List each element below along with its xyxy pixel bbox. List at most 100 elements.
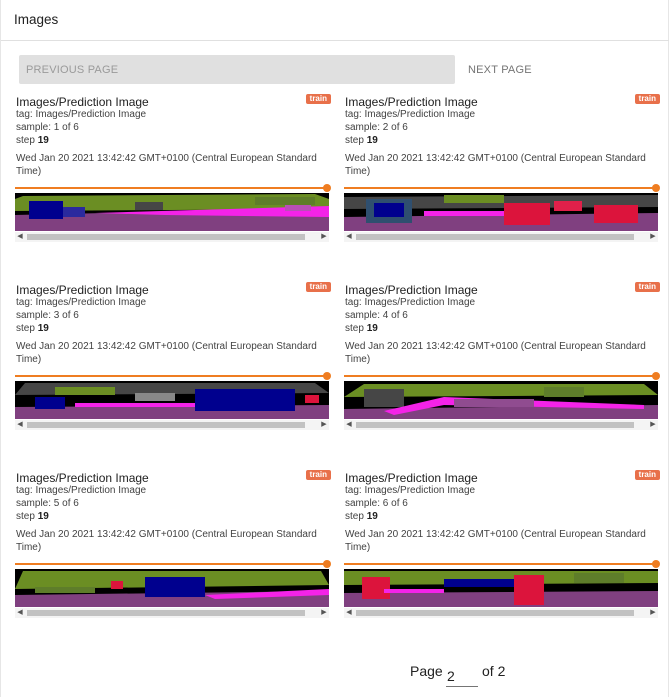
slider-thumb[interactable] (323, 560, 331, 568)
scrollbar-thumb[interactable] (356, 422, 634, 428)
scroll-right-icon[interactable]: ▶ (319, 232, 329, 242)
scroll-right-icon[interactable]: ▶ (648, 608, 658, 618)
card-timestamp: Wed Jan 20 2021 13:42:42 GMT+0100 (Centr… (345, 153, 646, 177)
prediction-image (15, 193, 329, 231)
step-value: 19 (37, 511, 49, 522)
card-step: step 19 (345, 323, 378, 334)
step-slider[interactable] (344, 372, 660, 380)
prediction-image (15, 381, 329, 419)
step-value: 19 (37, 135, 49, 146)
card-tag: tag: Images/Prediction Image (345, 485, 476, 496)
image-scrollbar[interactable]: ◀ ▶ (15, 232, 329, 242)
scroll-right-icon[interactable]: ▶ (648, 232, 658, 242)
step-label: step (345, 323, 364, 334)
card-title: Images/Prediction Image (16, 95, 149, 109)
card-step: step 19 (345, 511, 378, 522)
slider-thumb[interactable] (323, 372, 331, 380)
step-value: 19 (37, 323, 49, 334)
card-title: Images/Prediction Image (345, 283, 478, 297)
scroll-left-icon[interactable]: ◀ (15, 608, 25, 618)
image-card: Images/Prediction Image train tag: Image… (344, 94, 660, 255)
step-slider[interactable] (344, 560, 660, 568)
step-value: 19 (366, 323, 378, 334)
image-scrollbar[interactable]: ◀ ▶ (344, 232, 658, 242)
scroll-left-icon[interactable]: ◀ (344, 608, 354, 618)
run-badge: train (634, 94, 660, 104)
slider-thumb[interactable] (652, 372, 660, 380)
card-tag: tag: Images/Prediction Image (16, 297, 147, 308)
step-slider[interactable] (15, 184, 331, 192)
image-scrollbar[interactable]: ◀ ▶ (344, 608, 658, 618)
page-label: Page (410, 663, 443, 679)
slider-track (344, 563, 656, 565)
scrollbar-thumb[interactable] (356, 234, 634, 240)
step-label: step (16, 323, 35, 334)
slider-track (344, 187, 656, 189)
scroll-right-icon[interactable]: ▶ (319, 420, 329, 430)
scroll-left-icon[interactable]: ◀ (15, 420, 25, 430)
slider-track (15, 563, 327, 565)
run-badge: train (305, 470, 331, 480)
slider-track (15, 375, 327, 377)
card-title: Images/Prediction Image (16, 283, 149, 297)
scrollbar-thumb[interactable] (27, 234, 305, 240)
scrollbar-thumb[interactable] (27, 610, 305, 616)
slider-thumb[interactable] (652, 184, 660, 192)
run-badge: train (634, 282, 660, 292)
prediction-image (344, 193, 658, 231)
card-timestamp: Wed Jan 20 2021 13:42:42 GMT+0100 (Centr… (16, 341, 317, 365)
scroll-left-icon[interactable]: ◀ (344, 232, 354, 242)
card-title: Images/Prediction Image (345, 471, 478, 485)
slider-thumb[interactable] (652, 560, 660, 568)
image-card: Images/Prediction Image train tag: Image… (344, 470, 660, 631)
run-badge: train (305, 94, 331, 104)
card-timestamp: Wed Jan 20 2021 13:42:42 GMT+0100 (Centr… (16, 153, 317, 177)
card-tag: tag: Images/Prediction Image (16, 485, 147, 496)
image-card: Images/Prediction Image train tag: Image… (15, 94, 331, 255)
card-tag: tag: Images/Prediction Image (16, 109, 147, 120)
next-page-button[interactable]: NEXT PAGE (461, 55, 551, 84)
panel-title: Images (14, 12, 59, 27)
step-label: step (16, 135, 35, 146)
page-number-input[interactable] (446, 665, 478, 687)
card-timestamp: Wed Jan 20 2021 13:42:42 GMT+0100 (Centr… (345, 341, 646, 365)
page-total-label: of 2 (482, 663, 506, 679)
image-scrollbar[interactable]: ◀ ▶ (15, 608, 329, 618)
step-value: 19 (366, 135, 378, 146)
card-step: step 19 (16, 135, 49, 146)
scroll-right-icon[interactable]: ▶ (648, 420, 658, 430)
card-sample: sample: 6 of 6 (345, 498, 408, 509)
image-scrollbar[interactable]: ◀ ▶ (15, 420, 329, 430)
card-sample: sample: 5 of 6 (16, 498, 79, 509)
card-step: step 19 (16, 323, 49, 334)
card-timestamp: Wed Jan 20 2021 13:42:42 GMT+0100 (Centr… (16, 529, 317, 553)
image-card: Images/Prediction Image train tag: Image… (344, 282, 660, 443)
scroll-left-icon[interactable]: ◀ (15, 232, 25, 242)
images-panel: Images PREVIOUS PAGE NEXT PAGE Images/Pr… (0, 0, 669, 697)
card-step: step 19 (16, 511, 49, 522)
step-value: 19 (366, 511, 378, 522)
image-card: Images/Prediction Image train tag: Image… (15, 282, 331, 443)
prediction-image (344, 569, 658, 607)
scrollbar-thumb[interactable] (356, 610, 634, 616)
previous-page-button[interactable]: PREVIOUS PAGE (19, 55, 455, 84)
image-scrollbar[interactable]: ◀ ▶ (344, 420, 658, 430)
image-card: Images/Prediction Image train tag: Image… (15, 470, 331, 631)
step-slider[interactable] (15, 372, 331, 380)
slider-track (344, 375, 656, 377)
slider-thumb[interactable] (323, 184, 331, 192)
card-sample: sample: 2 of 6 (345, 122, 408, 133)
scroll-left-icon[interactable]: ◀ (344, 420, 354, 430)
scroll-right-icon[interactable]: ▶ (319, 608, 329, 618)
panel-header: Images (1, 0, 669, 41)
card-sample: sample: 1 of 6 (16, 122, 79, 133)
step-slider[interactable] (15, 560, 331, 568)
step-label: step (16, 511, 35, 522)
card-sample: sample: 4 of 6 (345, 310, 408, 321)
scrollbar-thumb[interactable] (27, 422, 305, 428)
run-badge: train (305, 282, 331, 292)
card-tag: tag: Images/Prediction Image (345, 297, 476, 308)
step-slider[interactable] (344, 184, 660, 192)
prediction-image (15, 569, 329, 607)
step-label: step (345, 135, 364, 146)
